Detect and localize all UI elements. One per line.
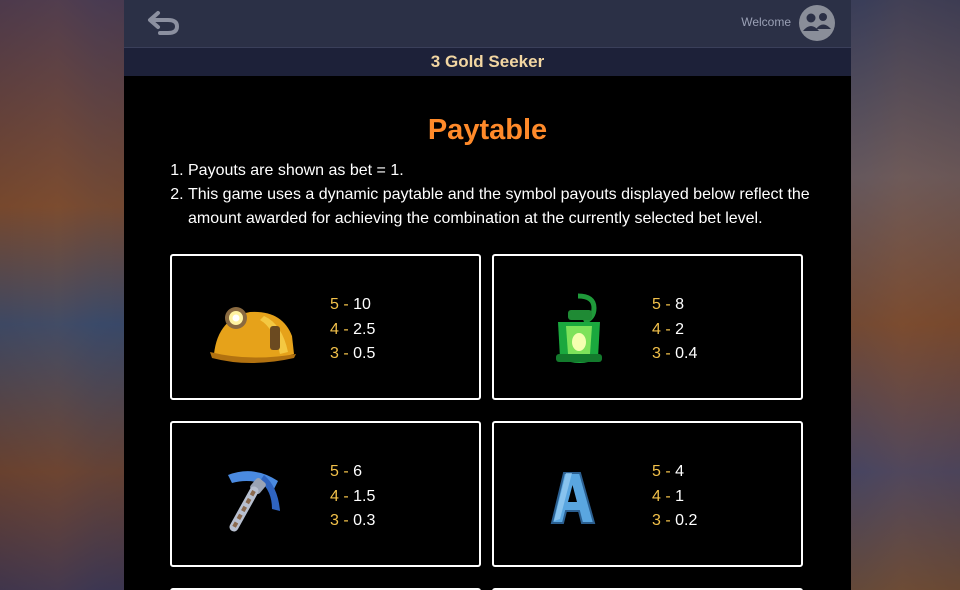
payout-value: 0.3 [353,512,376,529]
rule-item: Payouts are shown as bet = 1. [188,159,817,183]
back-button[interactable] [146,8,182,38]
back-arrow-icon [148,11,180,35]
background-right [850,0,960,590]
pickaxe-icon [228,471,280,532]
payout-value: 2.5 [353,320,376,338]
symbol-grid: 5 - 10 4 - 2.5 3 - 0.5 5 - 8 4 - 2 3 - 0… [170,254,804,590]
combo-count: 4 - [652,320,671,338]
payout-value: 8 [675,296,685,313]
user-avatar[interactable] [799,5,835,41]
payout-value: 10 [353,296,371,313]
rules-list: Payouts are shown as bet = 1. This game … [170,159,817,231]
combo-count: 5 - [652,463,671,480]
paytable-heading: Paytable [427,114,548,146]
payout-list: 5 - 10 4 - 2.5 3 - 0.5 [330,293,375,367]
welcome-label: Welcome [741,15,791,29]
symbol-card: 5 - 4 4 - 1 3 - 0.2 [492,421,803,567]
symbol-card: 5 - 10 4 - 2.5 3 - 0.5 [170,254,481,400]
combo-count: 4 - [330,320,349,338]
payout-value: 0.5 [353,345,376,362]
paytable-panel: Welcome 3 Gold Seeker Paytable Payouts a… [124,0,851,590]
payout-value: 1.5 [353,487,376,505]
lantern-icon [556,293,602,363]
miner-helmet-icon [210,307,296,363]
symbol-card: 5 - 6 4 - 1.5 3 - 0.3 [170,421,481,567]
combo-count: 5 - [330,296,349,313]
combo-count: 4 - [330,487,349,505]
letter-a-icon [550,472,596,524]
payout-value: 1 [675,487,685,505]
combo-count: 5 - [652,296,671,313]
payout-value: 6 [353,463,363,480]
payout-list: 5 - 6 4 - 1.5 3 - 0.3 [330,460,375,534]
symbol-card: 5 - 8 4 - 2 3 - 0.4 [492,254,803,400]
combo-count: 4 - [652,487,671,505]
rule-item: This game uses a dynamic paytable and th… [188,183,817,231]
payout-list: 5 - 8 4 - 2 3 - 0.4 [652,293,697,367]
payout-value: 0.2 [675,512,698,529]
combo-count: 3 - [330,345,349,362]
combo-count: 3 - [330,512,349,529]
combo-count: 3 - [652,512,671,529]
payout-list: 5 - 4 4 - 1 3 - 0.2 [652,460,697,534]
payout-value: 0.4 [675,345,698,362]
game-title: 3 Gold Seeker [124,47,851,76]
payout-value: 4 [675,463,685,480]
background-left [0,0,124,590]
combo-count: 3 - [652,345,671,362]
combo-count: 5 - [330,463,349,480]
payout-value: 2 [675,320,685,338]
top-bar: Welcome [124,0,851,47]
user-group-icon [803,13,831,31]
